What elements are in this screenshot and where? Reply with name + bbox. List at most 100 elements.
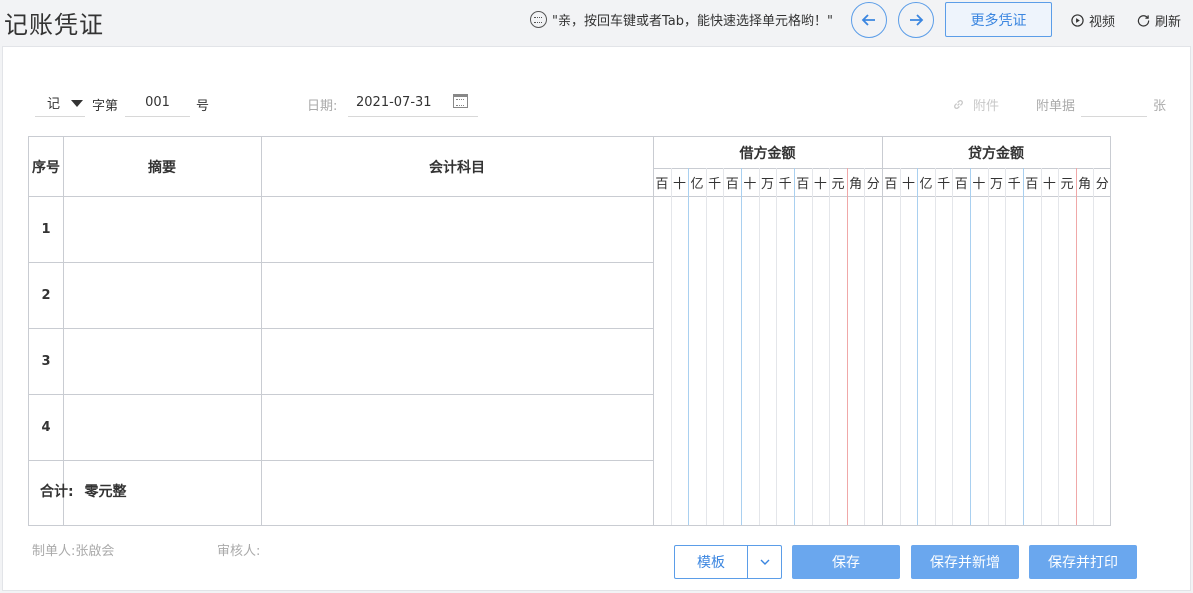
attached-docs-unit: 张: [1153, 99, 1167, 114]
video-label: 视频: [1089, 15, 1116, 30]
digit-divider: [670, 168, 672, 525]
summary-cell[interactable]: [64, 197, 261, 262]
debit-digit-header: 十: [743, 176, 757, 192]
grid-line: [29, 460, 653, 461]
debit-digit-header: 角: [849, 176, 863, 192]
voucher-number-input[interactable]: [125, 89, 190, 117]
credit-digit-header: 千: [937, 176, 951, 192]
caret-down-icon: [71, 100, 83, 107]
column-header-seq: 序号: [32, 159, 60, 176]
account-cell[interactable]: [262, 263, 653, 328]
credit-digit-header: 角: [1078, 176, 1092, 192]
total-row: 合计: 零元整: [40, 481, 126, 501]
video-link[interactable]: 视频: [1071, 11, 1115, 30]
debit-digit-header: 千: [708, 176, 722, 192]
attached-docs-input[interactable]: [1081, 89, 1147, 117]
credit-digit-header: 千: [1007, 176, 1021, 192]
attachment-link[interactable]: 附件: [952, 95, 999, 114]
next-voucher-button[interactable]: [898, 2, 934, 38]
debit-digit-header: 亿: [690, 176, 704, 192]
account-cell[interactable]: [262, 329, 653, 394]
credit-digit-header: 百: [884, 176, 898, 192]
column-header-account: 会计科目: [429, 159, 485, 176]
digit-divider: [1058, 168, 1060, 525]
digit-divider: [811, 168, 813, 525]
summary-cell[interactable]: [64, 329, 261, 394]
attached-docs-label: 附单据: [1036, 99, 1076, 114]
voucher-word-value: 记: [47, 97, 61, 112]
digit-divider: [917, 168, 919, 525]
save-and-new-button[interactable]: 保存并新增: [911, 545, 1019, 579]
account-cell[interactable]: [262, 197, 653, 262]
save-button[interactable]: 保存: [792, 545, 900, 579]
voucher-word-select[interactable]: 记: [35, 89, 85, 117]
refresh-label: 刷新: [1155, 15, 1182, 30]
link-icon: [954, 100, 963, 109]
previous-voucher-button[interactable]: [851, 2, 887, 38]
save-and-print-button[interactable]: 保存并打印: [1029, 545, 1137, 579]
digit-divider: [793, 168, 795, 525]
row-number: 2: [41, 287, 51, 303]
date-picker[interactable]: 2021-07-31: [348, 89, 478, 117]
digit-divider: [846, 168, 848, 525]
account-cell[interactable]: [262, 395, 653, 460]
digit-divider: [705, 168, 707, 525]
credit-digit-header: 百: [1025, 176, 1039, 192]
credit-digit-header: 万: [990, 176, 1004, 192]
debit-digit-header: 千: [778, 176, 792, 192]
total-label: 合计:: [40, 484, 74, 500]
top-bar: 记账凭证 "亲，按回车键或者Tab，能快速选择单元格哟！" 更多凭证 视频 刷新: [0, 0, 1193, 44]
credit-digit-header: 分: [1095, 176, 1109, 192]
summary-cell[interactable]: [64, 263, 261, 328]
play-circle-icon: [1071, 14, 1084, 27]
credit-digit-header: 十: [1042, 176, 1056, 192]
word-label: 字第: [92, 99, 119, 114]
credit-digit-header: 十: [901, 176, 915, 192]
row-number: 1: [41, 221, 51, 237]
row-number: 3: [41, 353, 51, 369]
digit-divider: [1022, 168, 1024, 525]
debit-digit-header: 百: [796, 176, 810, 192]
digit-divider: [864, 168, 866, 525]
template-button[interactable]: 模板: [674, 545, 782, 579]
debit-digit-header: 元: [831, 176, 845, 192]
digit-divider: [1075, 168, 1077, 525]
digit-divider: [1005, 168, 1007, 525]
debit-digit-header: 十: [813, 176, 827, 192]
template-dropdown[interactable]: [748, 546, 781, 578]
credit-digit-header: 元: [1060, 176, 1074, 192]
debit-digit-header: 分: [866, 176, 880, 192]
digit-divider: [829, 168, 831, 525]
date-value: 2021-07-31: [356, 95, 432, 110]
total-amount-words: 零元整: [84, 484, 127, 500]
keyboard-tip: "亲，按回车键或者Tab，能快速选择单元格哟！": [530, 10, 833, 29]
attachment-label: 附件: [973, 99, 1000, 114]
refresh-icon: [1137, 15, 1150, 27]
reviewer: 审核人:: [217, 544, 261, 559]
digit-divider: [688, 168, 690, 525]
voucher-header: 记 字第 号 日期: 2021-07-31 附件 附单据 张: [0, 89, 1193, 119]
summary-cell[interactable]: [64, 395, 261, 460]
digit-divider: [1040, 168, 1042, 525]
digit-divider: [970, 168, 972, 525]
row-number: 4: [41, 419, 51, 435]
chevron-down-icon: [760, 559, 769, 565]
date-label: 日期:: [307, 99, 338, 114]
template-label: 模板: [675, 546, 748, 578]
digit-divider: [934, 168, 936, 525]
page-title: 记账凭证: [4, 11, 104, 39]
credit-digit-header: 百: [954, 176, 968, 192]
preparer: 制单人:张啟会: [32, 544, 115, 559]
refresh-link[interactable]: 刷新: [1137, 11, 1181, 30]
digit-divider: [776, 168, 778, 525]
credit-digit-header: 十: [972, 176, 986, 192]
column-header-summary: 摘要: [148, 159, 176, 176]
digit-divider: [952, 168, 954, 525]
calendar-icon: [453, 94, 468, 108]
number-label: 号: [196, 99, 210, 114]
more-vouchers-button[interactable]: 更多凭证: [945, 2, 1052, 37]
debit-digit-header: 万: [761, 176, 775, 192]
arrow-right-icon: [910, 14, 924, 26]
debit-digit-header: 百: [725, 176, 739, 192]
arrow-left-icon: [861, 14, 875, 26]
